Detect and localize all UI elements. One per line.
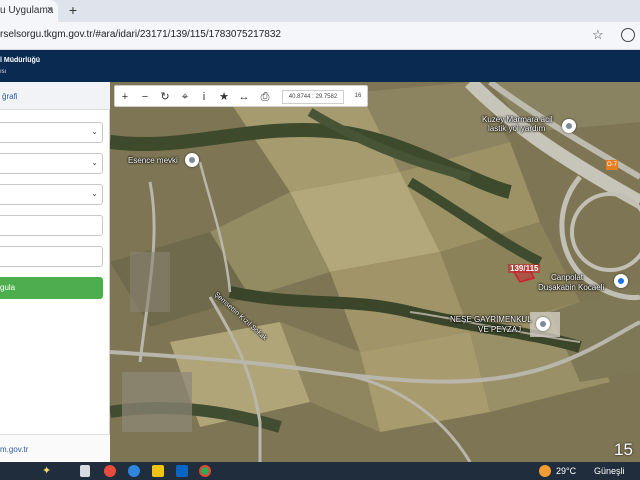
zoom-in-icon[interactable]: +	[117, 89, 133, 105]
file-explorer-icon[interactable]	[152, 465, 164, 477]
weather-sun-icon[interactable]	[539, 465, 551, 477]
bookmark-star-icon[interactable]: ★	[216, 89, 232, 105]
query-button[interactable]: gula	[0, 277, 103, 299]
district-select[interactable]: ⌄	[0, 153, 103, 174]
location-pin-icon[interactable]	[562, 119, 576, 133]
panel-tab-label: ğrafi	[2, 92, 18, 101]
satellite-imagery	[110, 82, 640, 462]
star-outline-icon[interactable]: ☆	[592, 27, 604, 43]
footer-link[interactable]: m.gov.tr	[0, 445, 28, 454]
refresh-icon[interactable]: ↻	[157, 89, 173, 105]
query-panel: ğrafi ⌄ ⌄ ⌄ gula m.gov.tr	[0, 82, 110, 462]
parcel-input[interactable]	[0, 246, 103, 267]
profile-icon[interactable]	[621, 28, 635, 42]
map-scale-number: 15	[614, 440, 633, 459]
map-label-nese-1: NEŞE GAYRİMENKUL	[450, 315, 532, 324]
info-icon[interactable]: i	[196, 89, 212, 105]
chevron-down-icon: ⌄	[91, 189, 98, 198]
map-label-canpolat-1: Canpolat	[551, 273, 584, 282]
task-view-icon[interactable]	[80, 465, 90, 477]
new-tab-button[interactable]: +	[66, 2, 80, 18]
app-icon-1[interactable]	[104, 465, 116, 477]
browser-tab[interactable]: u Uygulama ×	[0, 0, 58, 22]
measure-icon[interactable]: ↔	[236, 89, 252, 105]
neighborhood-select[interactable]: ⌄	[0, 184, 103, 205]
zoom-out-icon[interactable]: −	[137, 89, 153, 105]
site-title: l Müdürlüğü	[0, 57, 41, 64]
copilot-sparkle-icon[interactable]: ✦	[42, 464, 51, 477]
weather-condition: Güneşli	[594, 466, 625, 476]
satellite-map[interactable]: + − ↻ ⌖ i ★ ↔ ⎙ 40.8744 : 29.7582 16 Ese…	[110, 82, 640, 462]
map-label-esence: Esence mevki	[128, 156, 178, 165]
zoom-level: 16	[354, 93, 362, 99]
shop-pin-icon[interactable]	[614, 274, 628, 288]
chevron-down-icon: ⌄	[91, 127, 98, 136]
edge-browser-icon[interactable]	[128, 465, 140, 477]
tab-close-icon[interactable]: ×	[44, 4, 56, 16]
highway-shield: O-7	[606, 160, 619, 170]
map-label-canpolat-2: Duşakabin Kocaeli	[538, 283, 605, 292]
map-label-kuzey-2: lastik yol yardım	[488, 124, 546, 133]
site-header: l Müdürlüğü ısı	[0, 50, 640, 82]
block-input[interactable]	[0, 215, 103, 236]
site-subtitle: ısı	[0, 69, 7, 75]
outlook-icon[interactable]	[176, 465, 188, 477]
map-toolbar: + − ↻ ⌖ i ★ ↔ ⎙ 40.8744 : 29.7582 16	[114, 85, 368, 107]
chrome-browser-icon[interactable]	[199, 465, 211, 477]
panel-tab-header[interactable]: ğrafi	[0, 82, 110, 110]
browser-tab-bar: u Uygulama × +	[0, 0, 640, 22]
location-pin-icon[interactable]	[185, 153, 199, 167]
panel-footer: m.gov.tr	[0, 434, 110, 462]
parcel-label[interactable]: 139/115	[508, 264, 541, 273]
query-button-label: gula	[0, 283, 16, 292]
crosshair-icon[interactable]: ⌖	[177, 89, 193, 105]
location-pin-icon[interactable]	[536, 317, 550, 331]
url-field[interactable]: rselsorgu.tkgm.gov.tr/#ara/idari/23171/1…	[0, 29, 281, 40]
coordinate-readout: 40.8744 : 29.7582	[282, 90, 344, 104]
print-icon[interactable]: ⎙	[257, 89, 273, 105]
province-select[interactable]: ⌄	[0, 122, 103, 143]
chevron-down-icon: ⌄	[91, 158, 98, 167]
os-taskbar: ✦ 29°C Güneşli	[0, 462, 640, 480]
address-bar: rselsorgu.tkgm.gov.tr/#ara/idari/23171/1…	[0, 22, 640, 50]
map-label-nese-2: VE PEYZAJ	[478, 325, 522, 334]
weather-temperature: 29°C	[556, 466, 577, 476]
